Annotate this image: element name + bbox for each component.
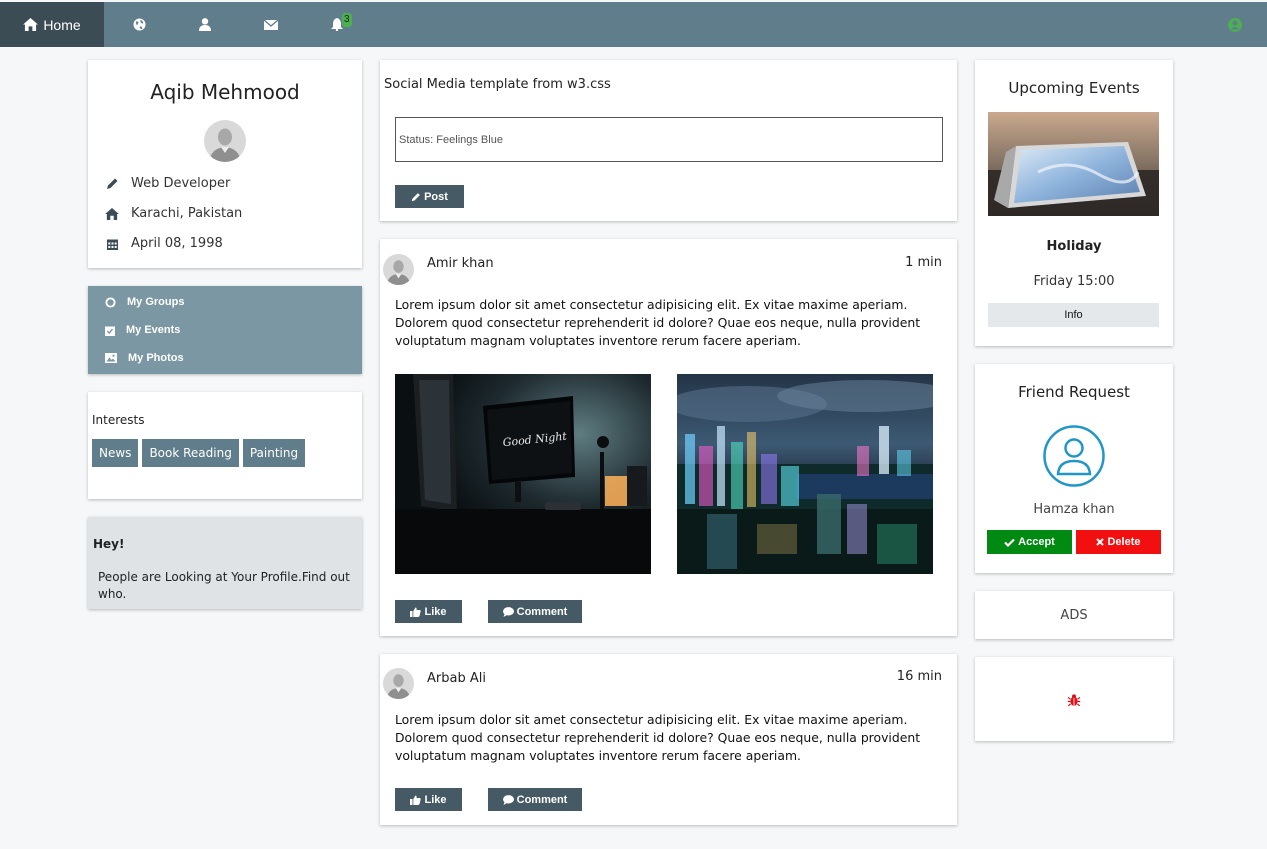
- post-card: Arbab Ali 16 min Lorem ipsum dolor sit a…: [380, 654, 957, 825]
- post-author-name[interactable]: Arbab Ali: [427, 671, 486, 686]
- profile-card: Aqib Mehmood Web Developer Karachi, Paki…: [88, 60, 362, 268]
- menu-my-photos-label: My Photos: [128, 352, 184, 364]
- menu-my-events-label: My Events: [126, 324, 181, 336]
- thumbs-up-icon: [410, 795, 422, 805]
- user-circle-icon: [1043, 425, 1105, 487]
- event-name: Holiday: [1046, 239, 1102, 254]
- profile-birthday-row: April 08, 1998: [105, 236, 223, 251]
- comment-button[interactable]: Comment: [488, 788, 582, 811]
- envelope-icon: [264, 19, 278, 30]
- thumbs-up-icon: [410, 607, 422, 617]
- nav-home-button[interactable]: Home: [0, 2, 104, 47]
- bug-card: [975, 657, 1173, 741]
- profile-name: Aqib Mehmood: [150, 80, 300, 104]
- comment-icon: [502, 606, 514, 617]
- profile-location-row: Karachi, Pakistan: [105, 206, 242, 221]
- nav-news-button[interactable]: [106, 2, 172, 47]
- comment-button[interactable]: Comment: [488, 600, 582, 623]
- events-title: Upcoming Events: [1008, 79, 1140, 97]
- profile-birthday: April 08, 1998: [131, 236, 223, 251]
- menu-my-photos[interactable]: My Photos: [105, 352, 184, 364]
- menu-my-groups-label: My Groups: [127, 296, 185, 308]
- accordion-menu: My Groups My Events My Photos: [88, 286, 362, 374]
- delete-button[interactable]: Delete: [1076, 530, 1161, 554]
- like-button-label: Like: [424, 793, 447, 806]
- alert-title: Hey!: [93, 537, 125, 551]
- alert-text: People are Looking at Your Profile.Find …: [98, 570, 350, 601]
- post-button-label: Post: [424, 190, 448, 203]
- interests-card: Interests News Book Reading Painting: [88, 392, 362, 499]
- post-body: Lorem ipsum dolor sit amet consectetur a…: [395, 712, 921, 763]
- profile-alert-card: Hey! People are Looking at Your Profile.…: [88, 517, 362, 609]
- user-icon: [199, 18, 211, 31]
- upcoming-events-card: Upcoming Events Holiday Friday 15:00 Inf…: [975, 60, 1173, 346]
- profile-location: Karachi, Pakistan: [131, 206, 243, 221]
- profile-avatar: [204, 120, 246, 162]
- status-composer-card: Social Media template from w3.css Post: [380, 60, 957, 221]
- interests-title: Interests: [92, 413, 145, 427]
- nav-notifications-button[interactable]: [304, 2, 370, 47]
- status-input[interactable]: [395, 117, 943, 162]
- accept-button-label: Accept: [1018, 536, 1055, 548]
- comment-icon: [502, 794, 514, 805]
- interest-tag: Painting: [242, 439, 306, 467]
- nav-messages-button[interactable]: [238, 2, 304, 47]
- calendar-check-icon: [105, 326, 115, 336]
- post-author-avatar: [383, 668, 414, 699]
- user-online-status-icon[interactable]: [1227, 17, 1243, 33]
- profile-job-row: Web Developer: [105, 176, 230, 191]
- ads-label: ADS: [1060, 608, 1088, 623]
- home-icon: [105, 207, 119, 220]
- friend-request-card: Friend Request Hamza khan Accept Delete: [975, 364, 1173, 573]
- friend-request-name: Hamza khan: [1033, 502, 1115, 517]
- globe-icon: [132, 18, 146, 31]
- event-info-button[interactable]: Info: [988, 303, 1159, 327]
- interest-tag: News: [92, 439, 139, 467]
- post-image-workstation[interactable]: Good Night: [395, 374, 651, 574]
- accept-button[interactable]: Accept: [987, 530, 1072, 554]
- interest-tag: Book Reading: [142, 439, 239, 467]
- post-button[interactable]: Post: [395, 185, 464, 208]
- event-time: Friday 15:00: [1033, 274, 1115, 289]
- delete-button-label: Delete: [1107, 536, 1141, 548]
- notification-count-badge: 3: [342, 13, 352, 27]
- comment-button-label: Comment: [516, 793, 568, 806]
- interest-tags: News Book Reading Painting: [92, 439, 306, 467]
- pencil-icon: [411, 192, 420, 201]
- post-author-name[interactable]: Amir khan: [427, 256, 494, 271]
- post-author-avatar: [383, 254, 414, 285]
- event-image-laptop: [988, 112, 1159, 216]
- close-icon: [1096, 538, 1105, 546]
- post-time: 16 min: [896, 669, 942, 684]
- check-icon: [1004, 538, 1015, 547]
- pencil-icon: [105, 177, 119, 190]
- profile-job: Web Developer: [131, 176, 231, 191]
- image-icon: [105, 353, 117, 363]
- nav-home-label: Home: [43, 16, 81, 33]
- composer-title: Social Media template from w3.css: [384, 77, 611, 92]
- like-button-label: Like: [424, 605, 447, 618]
- post-time: 1 min: [905, 255, 942, 270]
- comment-button-label: Comment: [516, 605, 568, 618]
- friend-request-title: Friend Request: [1018, 383, 1130, 401]
- post-body: Lorem ipsum dolor sit amet consectetur a…: [395, 297, 921, 348]
- like-button[interactable]: Like: [395, 788, 462, 811]
- calendar-icon: [105, 238, 119, 250]
- nav-account-button[interactable]: [172, 2, 238, 47]
- like-button[interactable]: Like: [395, 600, 462, 623]
- bug-icon[interactable]: [1067, 693, 1081, 707]
- post-image-city-night[interactable]: [677, 374, 933, 574]
- top-navbar: Home 3: [0, 2, 1267, 47]
- menu-my-groups[interactable]: My Groups: [105, 296, 184, 308]
- post-card: Amir khan 1 min Lorem ipsum dolor sit am…: [380, 239, 957, 636]
- menu-my-events[interactable]: My Events: [105, 324, 180, 336]
- ads-card: ADS: [975, 591, 1173, 639]
- home-icon: [23, 18, 39, 31]
- circle-notch-icon: [105, 296, 116, 308]
